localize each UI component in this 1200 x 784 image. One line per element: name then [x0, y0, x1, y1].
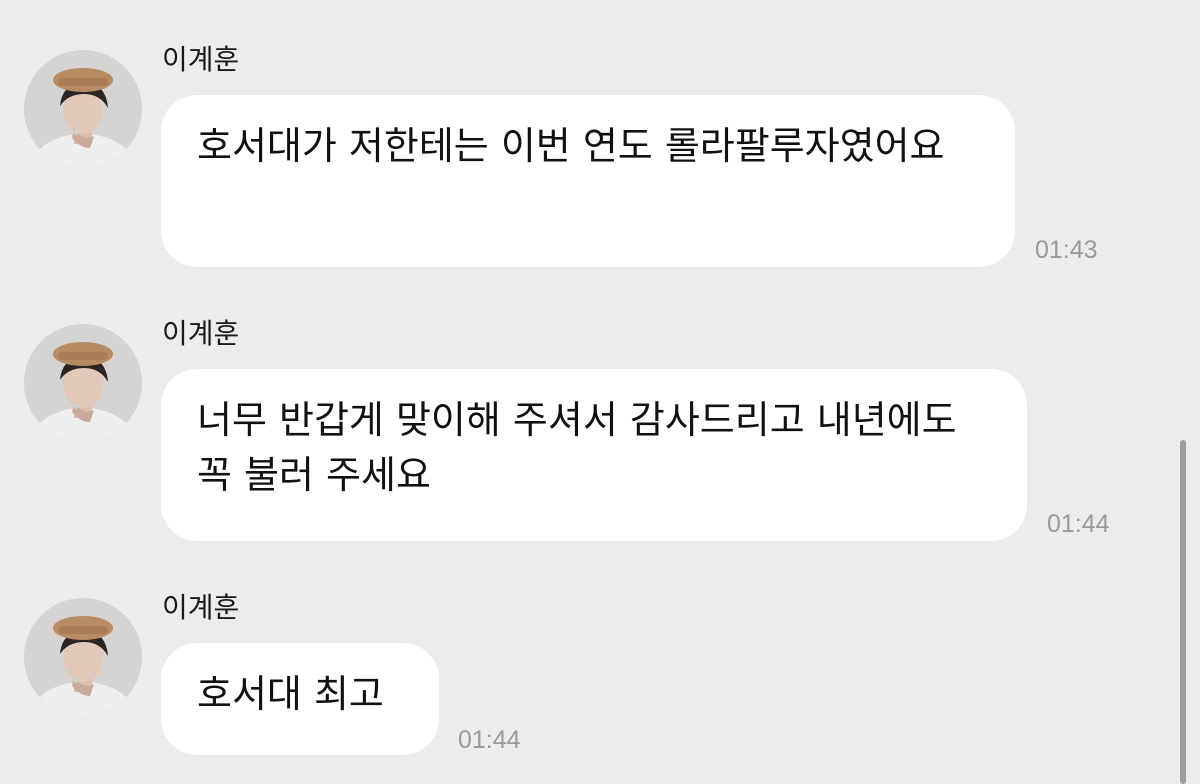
message-bubble[interactable]: 호서대가 저한테는 이번 연도 롤라팔루자였어요 [161, 95, 1015, 267]
message-bubble[interactable]: 호서대 최고 [161, 643, 439, 755]
avatar-photo [24, 598, 142, 716]
avatar[interactable] [24, 324, 142, 442]
avatar-photo [24, 50, 142, 168]
message-timestamp: 01:44 [1047, 510, 1110, 538]
sender-name: 이계훈 [162, 317, 240, 350]
message-bubble[interactable]: 너무 반갑게 맞이해 주셔서 감사드리고 내년에도 꼭 불러 주세요 [161, 369, 1027, 541]
sender-name: 이계훈 [162, 43, 240, 76]
sender-name: 이계훈 [162, 591, 240, 624]
message-timestamp: 01:44 [458, 726, 521, 754]
avatar-photo [24, 324, 142, 442]
scrollbar[interactable] [1180, 440, 1186, 784]
chat-message-list[interactable]: 이계훈 호서대가 저한테는 이번 연도 롤라팔루자였어요 01:43 이계훈 너… [0, 0, 1200, 784]
avatar[interactable] [24, 598, 142, 716]
avatar[interactable] [24, 50, 142, 168]
message-timestamp: 01:43 [1035, 236, 1098, 264]
